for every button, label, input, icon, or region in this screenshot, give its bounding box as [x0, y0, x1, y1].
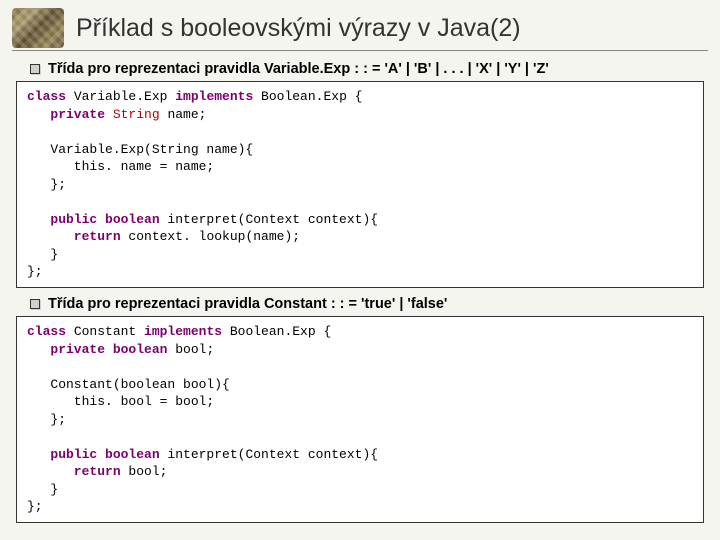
code: Variable.Exp(String name){ — [27, 142, 253, 157]
bullet-icon — [30, 64, 40, 74]
kw: class — [27, 324, 66, 339]
code: Boolean.Exp { — [222, 324, 331, 339]
kw: return — [27, 464, 121, 479]
code: interpret(Context context){ — [160, 447, 378, 462]
bullet-icon — [30, 299, 40, 309]
kw: public boolean — [27, 447, 160, 462]
code: this. bool = bool; — [27, 394, 214, 409]
type: String — [113, 107, 160, 122]
bullet-section-1: Třída pro reprezentaci pravidla Variable… — [30, 61, 708, 77]
code: }; — [27, 177, 66, 192]
code: Boolean.Exp { — [253, 89, 362, 104]
slide: Příklad s booleovskými výrazy v Java(2) … — [0, 0, 720, 540]
code-box-2: class Constant implements Boolean.Exp { … — [16, 316, 704, 523]
code: context. lookup(name); — [121, 229, 300, 244]
bullet-text-1: Třída pro reprezentaci pravidla Variable… — [48, 61, 549, 77]
kw: private — [27, 107, 113, 122]
code: } — [27, 247, 58, 262]
code: }; — [27, 499, 43, 514]
kw: implements — [175, 89, 253, 104]
code: } — [27, 482, 58, 497]
kw: return — [27, 229, 121, 244]
kw: implements — [144, 324, 222, 339]
code: Constant — [66, 324, 144, 339]
code: Variable.Exp — [66, 89, 175, 104]
kw: class — [27, 89, 66, 104]
code-box-1: class Variable.Exp implements Boolean.Ex… — [16, 81, 704, 288]
code: bool; — [121, 464, 168, 479]
code: name; — [160, 107, 207, 122]
kw: public boolean — [27, 212, 160, 227]
slide-title: Příklad s booleovskými výrazy v Java(2) — [76, 14, 521, 43]
kw: private — [27, 342, 113, 357]
code: Constant(boolean bool){ — [27, 377, 230, 392]
bullet-text-2: Třída pro reprezentaci pravidla Constant… — [48, 296, 447, 312]
code: interpret(Context context){ — [160, 212, 378, 227]
code: }; — [27, 412, 66, 427]
code: this. name = name; — [27, 159, 214, 174]
title-row: Příklad s booleovskými výrazy v Java(2) — [12, 8, 708, 51]
code: bool; — [167, 342, 214, 357]
fractal-logo-icon — [12, 8, 64, 48]
code: }; — [27, 264, 43, 279]
type: boolean — [113, 342, 168, 357]
bullet-section-2: Třída pro reprezentaci pravidla Constant… — [30, 296, 708, 312]
